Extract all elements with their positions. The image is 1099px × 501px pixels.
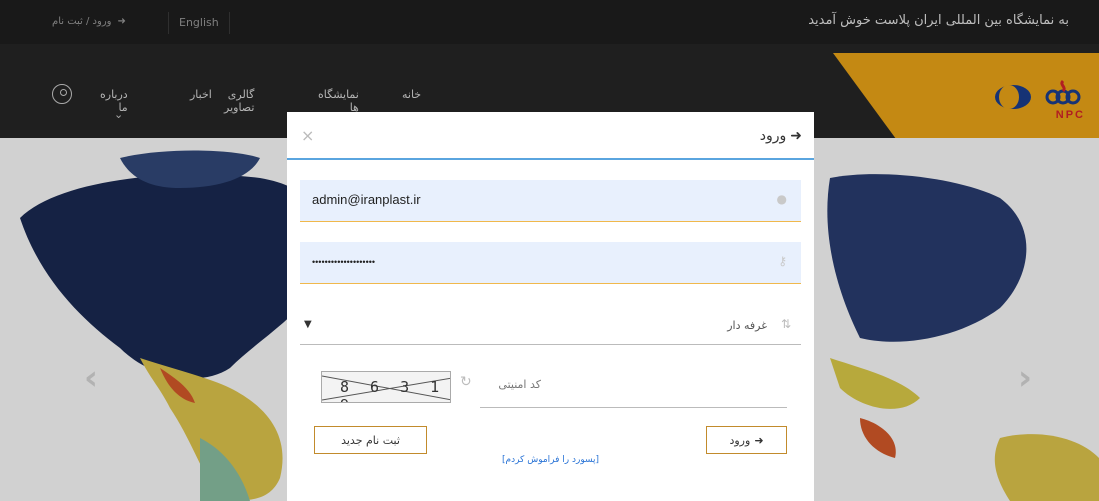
password-field[interactable]: •••••••••••••••••••• ⚷ [300, 242, 801, 284]
captcha-image: 8 6 3 1 9 [321, 371, 451, 403]
username-value: admin@iranplast.ir [312, 192, 421, 207]
chevron-down-icon: ▼ [304, 319, 312, 330]
captcha-input[interactable]: کد امنیتی [480, 374, 787, 408]
password-value: •••••••••••••••••••• [312, 257, 376, 267]
refresh-icon[interactable]: ↻ [460, 374, 472, 390]
register-button-label: ثبت نام جدید [341, 433, 400, 447]
captcha-code: 8 6 3 1 9 [340, 378, 446, 402]
username-field[interactable]: admin@iranplast.ir ● [300, 180, 801, 222]
modal-header: ➜ ورود × [287, 112, 814, 160]
forgot-password-link[interactable]: [پسورد را فراموش کردم] [502, 455, 599, 465]
modal-title: ➜ ورود [760, 128, 802, 144]
register-button[interactable]: ثبت نام جدید [314, 426, 427, 454]
modal-title-text: ورود [759, 128, 787, 144]
user-icon: ● [776, 192, 787, 206]
captcha-placeholder: کد امنیتی [498, 378, 541, 391]
user-type-select[interactable]: ▼ غرفه دار ⇅ [300, 311, 801, 345]
sort-icon: ⇅ [780, 317, 791, 331]
login-modal: ➜ ورود × admin@iranplast.ir ● ••••••••••… [287, 112, 814, 501]
user-type-label: غرفه دار [727, 319, 767, 332]
key-icon: ⚷ [778, 254, 787, 268]
close-icon[interactable]: × [301, 126, 314, 145]
login-button[interactable]: ➜ ورود [706, 426, 787, 454]
sign-in-icon: ➜ [754, 433, 764, 447]
login-button-label: ورود [729, 433, 751, 447]
sign-in-icon: ➜ [790, 128, 802, 144]
